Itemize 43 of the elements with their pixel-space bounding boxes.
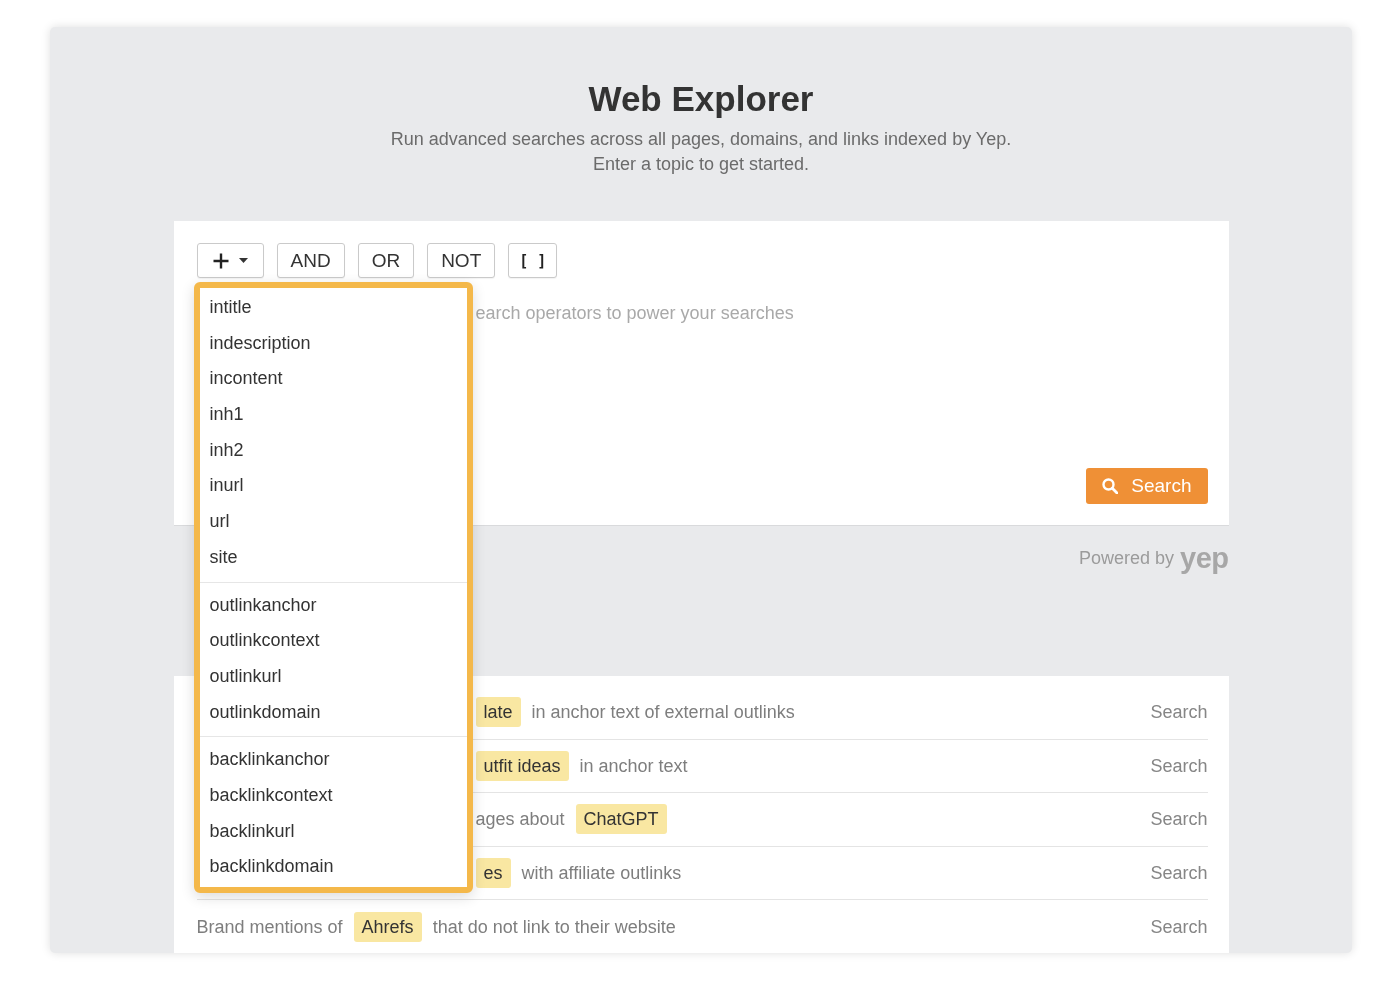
search-link[interactable]: Search: [1130, 860, 1208, 885]
example-text: in anchor text of external outlinks: [531, 701, 795, 725]
menu-item[interactable]: outlinkcontext: [199, 623, 467, 659]
example-text: ages about: [475, 808, 565, 832]
plus-icon: [212, 252, 229, 269]
menu-item[interactable]: url: [199, 504, 467, 540]
menu-item[interactable]: backlinkurl: [199, 813, 467, 850]
page-title: Web Explorer: [587, 78, 815, 120]
example-text: with affiliate outlinks: [521, 861, 682, 885]
menu-item[interactable]: inh1: [199, 397, 467, 433]
keyword-highlight: late: [475, 697, 521, 728]
search-icon: [1102, 478, 1119, 494]
search-link[interactable]: Search: [1130, 914, 1208, 939]
keyword-highlight: es: [475, 857, 511, 888]
add-operator-button[interactable]: [196, 243, 264, 278]
menu-item[interactable]: backlinkdomain: [199, 849, 467, 885]
keyword-highlight: ChatGPT: [575, 804, 667, 835]
caret-icon: [238, 258, 248, 263]
menu-item[interactable]: backlinkcontext: [199, 777, 467, 814]
search-link[interactable]: Search: [1130, 753, 1208, 778]
menu-item[interactable]: backlinkanchor: [199, 742, 467, 778]
search-link[interactable]: Search: [1130, 700, 1208, 725]
search-link[interactable]: Search: [1130, 807, 1208, 832]
example-text: that do not link to their website: [432, 915, 676, 939]
logo-wordmark: yep: [1180, 544, 1229, 572]
menu-item[interactable]: incontent: [199, 361, 467, 398]
example-text: Brand mentions of: [196, 915, 343, 939]
powered-by-label: Powered by: [1078, 547, 1174, 570]
subtitle-line: Run advanced searches across all pages, domains, and links indexed by Yep.: [390, 128, 1012, 151]
operator-button[interactable]: AND: [276, 243, 345, 278]
menu-item[interactable]: inurl: [199, 468, 467, 505]
example-text: in anchor text: [579, 754, 688, 778]
menu-item[interactable]: outlinkdomain: [199, 694, 467, 731]
menu-item[interactable]: outlinkurl: [199, 658, 467, 695]
operator-button[interactable]: NOT: [427, 243, 496, 278]
menu-item[interactable]: indescription: [199, 325, 467, 362]
brackets-button[interactable]: [ ]: [508, 243, 558, 278]
operator-button[interactable]: OR: [357, 243, 415, 278]
menu-item[interactable]: outlinkanchor: [199, 587, 467, 624]
keyword-highlight: Ahrefs: [353, 911, 422, 942]
menu-item[interactable]: site: [199, 539, 467, 576]
subtitle-line: Enter a topic to get started.: [591, 153, 811, 176]
keyword-highlight: utfit ideas: [475, 750, 569, 781]
